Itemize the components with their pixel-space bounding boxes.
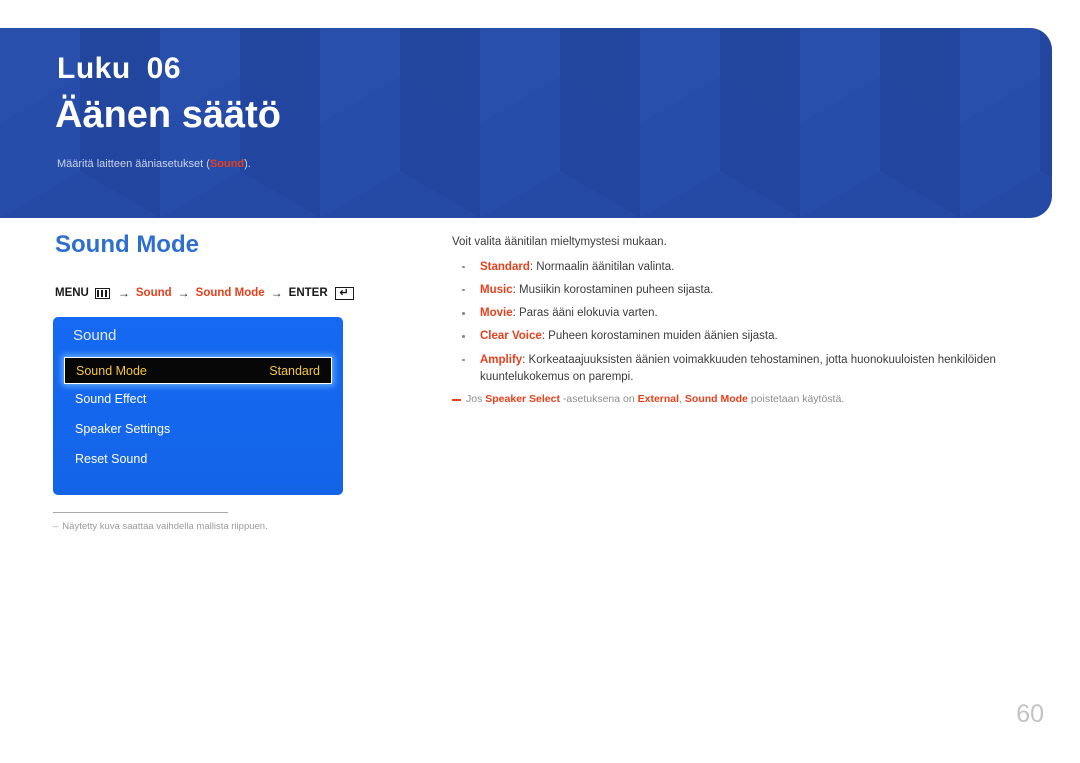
menu-path-menu-label: MENU (55, 287, 89, 299)
option-term: Movie (480, 307, 513, 320)
option-term: Music (480, 283, 513, 296)
footnote-dash: – (53, 521, 59, 532)
osd-panel-title: Sound (73, 327, 117, 344)
note-part-1: Jos (466, 393, 486, 406)
note-part-4: poistetaan käytöstä. (747, 393, 845, 406)
note-bold-sound-mode: Sound Mode (684, 393, 748, 406)
option-term: Standard (480, 260, 530, 273)
list-item: Movie: Paras ääni elokuvia varten. (452, 305, 1042, 322)
option-term: Clear Voice (480, 330, 542, 343)
chapter-header-banner: Luku 06 Äänen säätö Määritä laitteen ääni… (0, 28, 1052, 218)
menu-path-enter-label: ENTER (288, 287, 328, 299)
chapter-label: Luku 06 (57, 54, 181, 84)
chapter-label-text: Luku (57, 52, 131, 85)
osd-row-label: Sound Effect (75, 392, 147, 406)
osd-row-label: Sound Mode (76, 363, 147, 378)
option-term: Amplify (480, 353, 523, 366)
list-item: Clear Voice: Puheen korostaminen muiden … (452, 328, 1042, 345)
osd-row-label: Reset Sound (75, 452, 148, 466)
note-bold-speaker-select: Speaker Select (485, 393, 560, 406)
footnote-divider (53, 512, 228, 513)
osd-row-speaker-settings[interactable]: Speaker Settings (53, 414, 343, 444)
menu-path-step-1: Sound (135, 287, 172, 299)
intro-text: Voit valita äänitilan mieltymystesi muka… (452, 236, 667, 248)
osd-row-sound-mode[interactable]: Sound Mode Standard (64, 357, 332, 384)
arrow-icon-3: → (270, 286, 283, 300)
sound-mode-options-list: Standard: Normaalin äänitilan valinta. M… (452, 259, 1042, 387)
footnote-text: Näytetty kuva saattaa vaihdella mallista… (62, 521, 268, 532)
osd-row-sound-effect[interactable]: Sound Effect (53, 384, 343, 414)
option-description: : Musiikin korostaminen puheen sijasta. (512, 283, 714, 296)
chapter-subtitle-prefix: Määritä laitteen ääniasetukset ( (57, 158, 210, 170)
note-part-2: -asetuksena on (559, 393, 638, 406)
chapter-subtitle: Määritä laitteen ääniasetukset (Sound). (57, 157, 251, 171)
chapter-subtitle-suffix: ). (244, 158, 251, 170)
osd-row-reset-sound[interactable]: Reset Sound (53, 444, 343, 474)
chapter-number: 06 (146, 52, 182, 85)
enter-return-icon: ↵ (334, 286, 354, 300)
speaker-select-note: Jos Speaker Select -asetuksena on Extern… (452, 392, 1042, 407)
osd-row-label: Speaker Settings (75, 422, 171, 436)
note-bold-external: External (637, 393, 680, 406)
osd-menu-panel: Sound Sound Mode Standard Sound Effect S… (53, 317, 343, 495)
page-number: 60 (1016, 700, 1044, 728)
menu-bars-icon (94, 287, 110, 299)
list-item: Amplify: Korkeataajuuksisten äänien voim… (452, 352, 1042, 387)
osd-menu-list: Sound Mode Standard Sound Effect Speaker… (53, 357, 343, 474)
page-root: Luku 06 Äänen säätö Määritä laitteen ääni… (0, 0, 1080, 763)
footnote: – Näytetty kuva saattaa vaihdella mallist… (53, 521, 268, 532)
description-column: Voit valita äänitilan mieltymystesi muka… (452, 234, 1042, 407)
section-title: Sound Mode (55, 231, 199, 258)
chapter-title: Äänen säätö (55, 94, 281, 136)
option-description: : Normaalin äänitilan valinta. (529, 260, 675, 273)
arrow-icon-1: → (117, 286, 130, 300)
menu-path-step-2: Sound Mode (195, 287, 265, 299)
list-item: Music: Musiikin korostaminen puheen sija… (452, 282, 1042, 299)
osd-row-value: Standard (269, 363, 320, 378)
chapter-subtitle-accent: Sound (209, 158, 245, 170)
option-description: : Korkeataajuuksisten äänien voimakkuude… (480, 353, 996, 383)
arrow-icon-2: → (177, 286, 190, 300)
option-description: : Puheen korostaminen muiden äänien sija… (541, 330, 778, 343)
menu-path-breadcrumb: MENU → Sound → Sound Mode → ENTER ↵ (55, 286, 354, 300)
list-item: Standard: Normaalin äänitilan valinta. (452, 259, 1042, 276)
option-description: : Paras ääni elokuvia varten. (512, 307, 658, 320)
